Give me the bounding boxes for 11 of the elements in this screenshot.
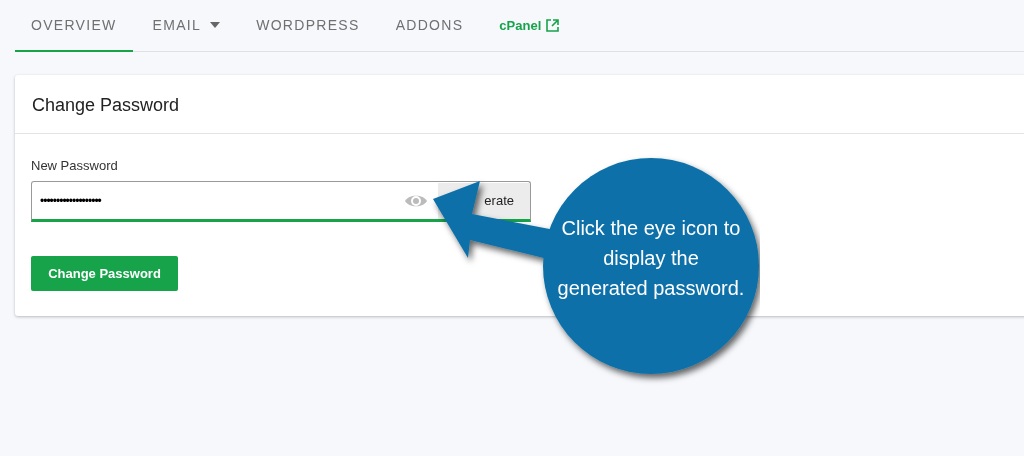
card-title: Change Password <box>15 75 1024 134</box>
nav-tab[interactable]: OVERVIEW <box>15 0 133 52</box>
callout-text: Click the eye icon to display the generated password. <box>556 216 746 301</box>
caret-icon <box>210 22 221 28</box>
nav-tab[interactable]: EMAIL <box>136 0 237 52</box>
field-label: New Password <box>31 158 119 173</box>
external-link-icon <box>546 18 560 32</box>
nav-tab[interactable]: ADDONS <box>379 0 480 52</box>
change-password-button[interactable]: Change Password <box>31 256 178 291</box>
nav-tab[interactable]: WORDPRESS <box>240 0 376 52</box>
nav-tab[interactable]: cPanel <box>483 0 576 52</box>
